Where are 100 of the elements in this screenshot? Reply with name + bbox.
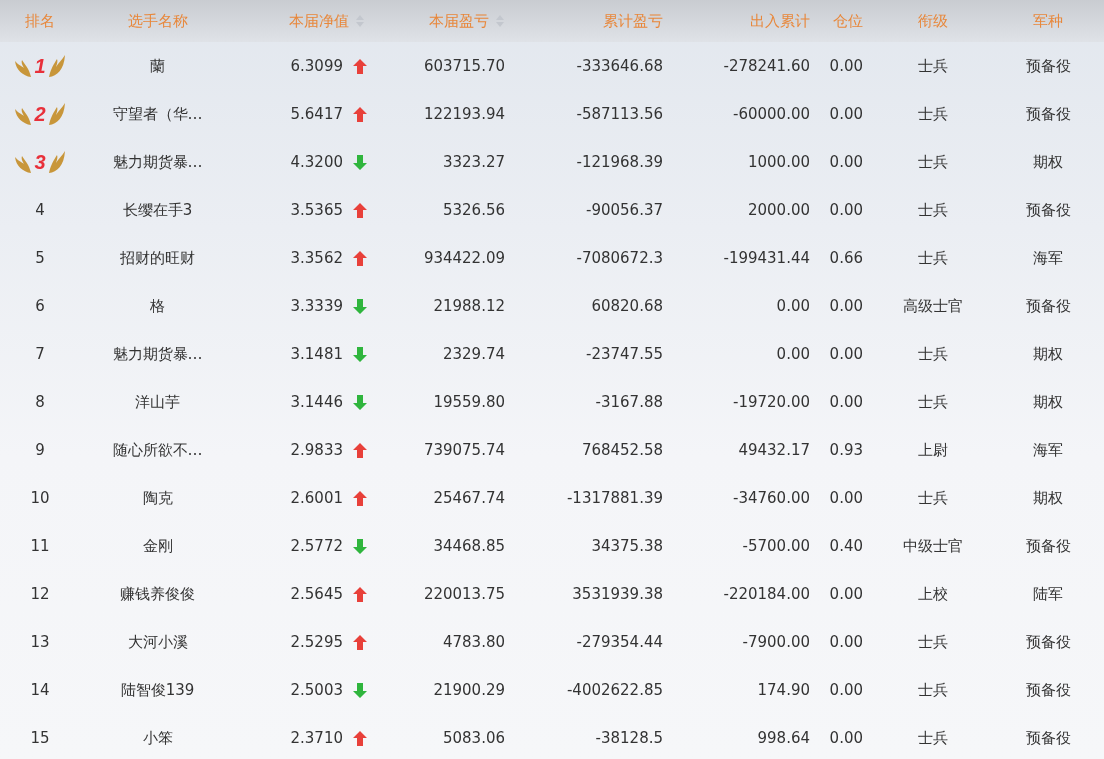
net-value: 2.9833	[290, 441, 343, 459]
position-value: 0.00	[829, 393, 863, 411]
position-value: 0.00	[829, 105, 863, 123]
position-value: 0.00	[829, 297, 863, 315]
rank-number: 4	[35, 201, 45, 219]
season-pnl: 34468.85	[433, 537, 505, 555]
rank-title: 士兵	[917, 344, 948, 364]
player-name[interactable]: 金刚	[142, 536, 173, 556]
position-value: 0.93	[829, 441, 863, 459]
service-branch: 预备役	[1025, 728, 1071, 748]
season-pnl: 25467.74	[433, 489, 505, 507]
column-header: 出入累计	[750, 11, 810, 31]
player-name[interactable]: 格	[150, 296, 165, 316]
rank-title: 士兵	[917, 200, 948, 220]
total-pnl: 60820.68	[591, 297, 663, 315]
player-name[interactable]: 洋山芋	[135, 392, 180, 412]
player-name[interactable]: 守望者（华…	[112, 104, 203, 124]
season-pnl: 3323.27	[442, 153, 505, 171]
column-header: 累计盈亏	[603, 11, 663, 31]
wing-icon	[47, 102, 66, 126]
rank-title: 士兵	[917, 152, 948, 172]
net-value: 2.5003	[290, 681, 343, 699]
position-value: 0.00	[829, 345, 863, 363]
flow-total: -19720.00	[733, 393, 810, 411]
rank-number: 12	[30, 585, 50, 603]
season-pnl: 934422.09	[423, 249, 505, 267]
rank-number: 14	[30, 681, 50, 699]
service-branch: 预备役	[1025, 104, 1071, 124]
column-header: 衔级	[917, 11, 948, 31]
player-name[interactable]: 随心所欲不…	[112, 440, 203, 460]
rank-number: 13	[30, 633, 50, 651]
flow-total: 0.00	[776, 345, 810, 363]
rank-number: 7	[35, 345, 45, 363]
service-branch: 预备役	[1025, 632, 1071, 652]
flow-total: 49432.17	[738, 441, 810, 459]
rank-number: 6	[35, 297, 45, 315]
season-pnl: 2329.74	[442, 345, 505, 363]
flow-total: -7900.00	[742, 633, 810, 651]
position-value: 0.00	[829, 57, 863, 75]
total-pnl: -121968.39	[576, 153, 663, 171]
player-name[interactable]: 招财的旺财	[120, 248, 195, 268]
net-value: 3.3562	[290, 249, 343, 267]
season-pnl: 4783.80	[442, 633, 505, 651]
position-value: 0.00	[829, 489, 863, 507]
rank-number: 10	[30, 489, 50, 507]
flow-total: -5700.00	[742, 537, 810, 555]
season-pnl: 19559.80	[433, 393, 505, 411]
net-value: 2.6001	[290, 489, 343, 507]
column-header: 选手名称	[127, 11, 188, 31]
flow-total: 2000.00	[747, 201, 810, 219]
total-pnl: -90056.37	[586, 201, 663, 219]
rank-title: 中级士官	[902, 536, 963, 556]
net-value: 2.5645	[290, 585, 343, 603]
total-pnl: -3167.88	[595, 393, 663, 411]
rank-title: 上校	[917, 584, 948, 604]
column-header: 军种	[1033, 11, 1063, 31]
net-value: 3.1481	[290, 345, 343, 363]
column-header: 排名	[25, 11, 55, 31]
rank-number: 8	[35, 393, 45, 411]
service-branch: 陆军	[1033, 584, 1063, 604]
season-pnl: 5326.56	[442, 201, 505, 219]
flow-total: -34760.00	[733, 489, 810, 507]
service-branch: 期权	[1033, 152, 1063, 172]
net-value: 2.5295	[290, 633, 343, 651]
total-pnl: -333646.68	[576, 57, 663, 75]
season-pnl: 5083.06	[442, 729, 505, 747]
season-pnl: 220013.75	[423, 585, 505, 603]
total-pnl: 3531939.38	[572, 585, 663, 603]
rank-number: 3	[34, 150, 46, 174]
player-name[interactable]: 大河小溪	[127, 632, 188, 652]
net-value: 6.3099	[290, 57, 343, 75]
player-name[interactable]: 陶克	[142, 488, 173, 508]
total-pnl: 768452.58	[581, 441, 663, 459]
total-pnl: -38128.5	[595, 729, 663, 747]
net-value: 3.5365	[290, 201, 343, 219]
flow-total: 998.64	[757, 729, 810, 747]
rank-title: 士兵	[917, 104, 948, 124]
player-name[interactable]: 魅力期货暴…	[112, 344, 203, 364]
net-value: 3.1446	[290, 393, 343, 411]
flow-total: -199431.44	[723, 249, 810, 267]
rank-title: 士兵	[917, 728, 948, 748]
player-name[interactable]: 赚钱养俊俊	[120, 584, 195, 604]
position-value: 0.40	[829, 537, 863, 555]
player-name[interactable]: 长缨在手3	[122, 200, 193, 220]
position-value: 0.00	[829, 201, 863, 219]
player-name[interactable]: 陆智俊139	[120, 680, 195, 700]
rank-title: 士兵	[917, 632, 948, 652]
total-pnl: -587113.56	[576, 105, 663, 123]
season-pnl: 122193.94	[423, 105, 505, 123]
flow-total: -60000.00	[733, 105, 810, 123]
position-value: 0.66	[829, 249, 863, 267]
service-branch: 期权	[1033, 488, 1063, 508]
net-value: 2.5772	[290, 537, 343, 555]
position-value: 0.00	[829, 633, 863, 651]
player-name[interactable]: 小笨	[142, 728, 173, 748]
season-pnl: 21988.12	[433, 297, 505, 315]
rank-number: 1	[34, 54, 46, 78]
rank-title: 士兵	[917, 680, 948, 700]
player-name[interactable]: 魅力期货暴…	[112, 152, 203, 172]
player-name[interactable]: 蘭	[150, 56, 165, 76]
